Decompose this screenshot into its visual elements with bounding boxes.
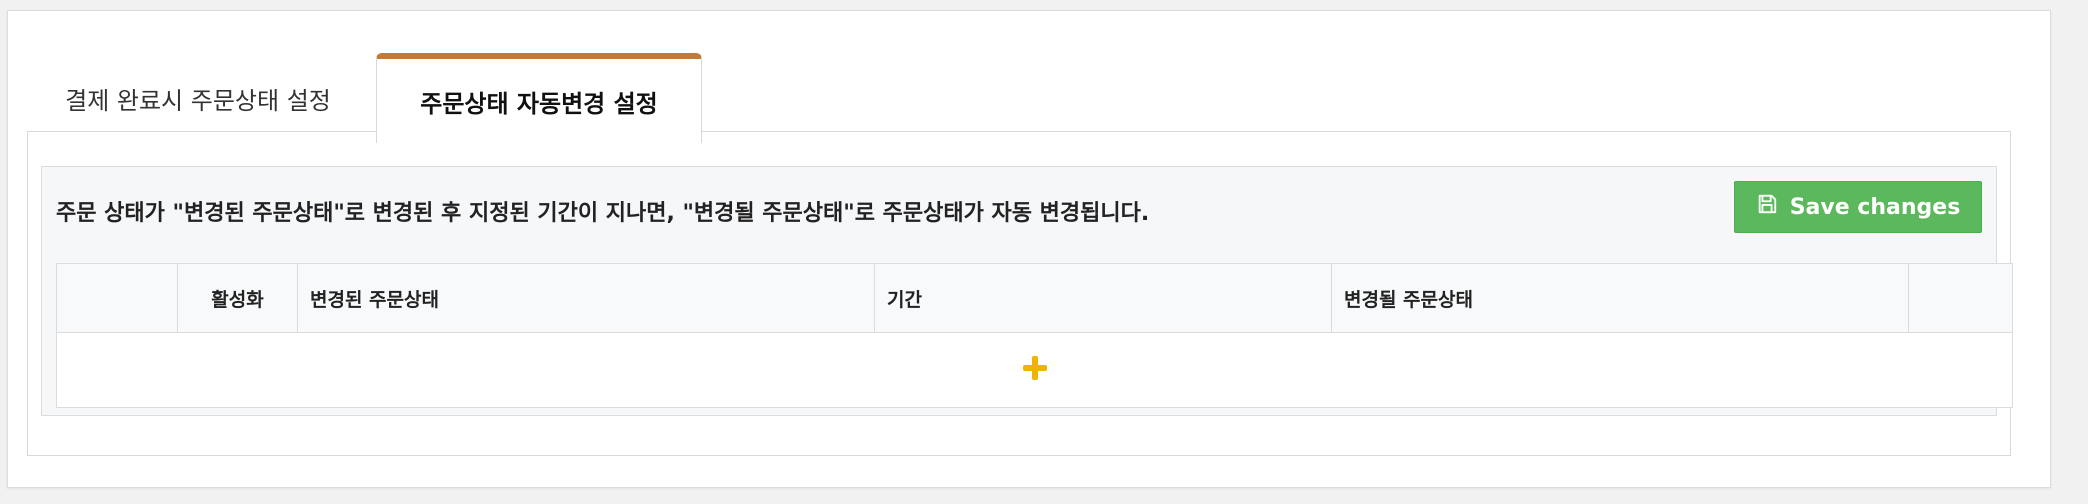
save-button[interactable]: Save changes xyxy=(1734,181,1982,233)
tab-panel: 주문 상태가 "변경된 주문상태"로 변경된 후 지정된 기간이 지나면, "변… xyxy=(27,131,2013,456)
auto-status-table: 활성화 변경된 주문상태 기간 변경될 주문상태 xyxy=(56,263,2013,408)
table-header-row: 활성화 변경된 주문상태 기간 변경될 주문상태 xyxy=(56,263,2013,333)
tab-auto-status-change[interactable]: 주문상태 자동변경 설정 xyxy=(376,53,702,143)
save-icon xyxy=(1756,193,1778,221)
notice-text: 주문 상태가 "변경된 주문상태"로 변경된 후 지정된 기간이 지나면, "변… xyxy=(56,201,1150,226)
tab-label: 주문상태 자동변경 설정 xyxy=(420,89,658,118)
tab-label: 결제 완료시 주문상태 설정 xyxy=(65,86,331,115)
column-header-period: 기간 xyxy=(874,263,1332,333)
settings-box: 주문 상태가 "변경된 주문상태"로 변경된 후 지정된 기간이 지나면, "변… xyxy=(41,166,2013,416)
column-header-changed-status: 변경된 주문상태 xyxy=(297,263,875,333)
plus-icon[interactable] xyxy=(1021,354,1049,386)
add-row xyxy=(56,332,2013,408)
save-button-label: Save changes xyxy=(1789,194,1961,220)
column-header-active: 활성화 xyxy=(177,263,298,333)
add-row-cell xyxy=(56,332,2013,408)
column-header-actions xyxy=(1908,263,2013,333)
column-header-target-status: 변경될 주문상태 xyxy=(1331,263,1909,333)
tab-payment-complete-status[interactable]: 결제 완료시 주문상태 설정 xyxy=(50,53,346,143)
column-header-handle xyxy=(56,263,178,333)
